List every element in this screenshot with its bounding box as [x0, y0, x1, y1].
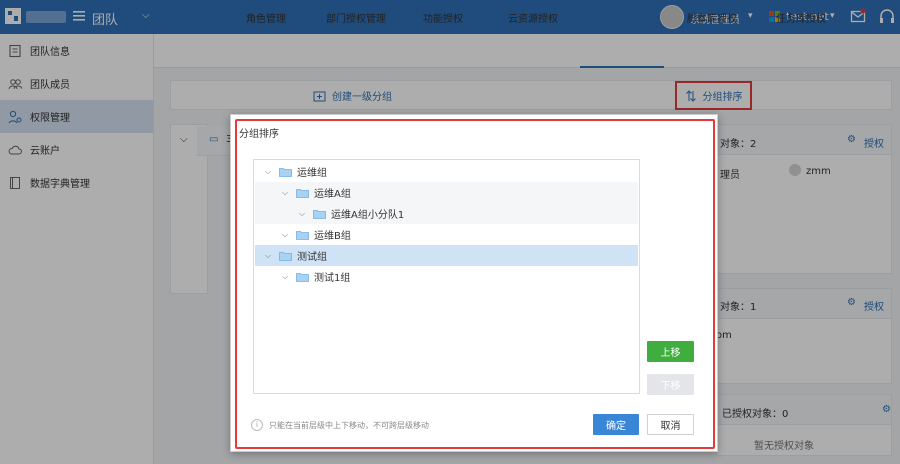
tree-node-test[interactable]: ⌵ 测试组: [255, 245, 638, 266]
tree-node-ops-a-team1[interactable]: ⌵ 运维A组小分队1: [255, 203, 638, 224]
folder-icon: [296, 230, 309, 240]
tree-node-label: 运维A组: [314, 189, 351, 200]
move-down-button[interactable]: 下移: [647, 374, 694, 395]
chevron-down-icon[interactable]: ⌵: [263, 251, 273, 261]
folder-icon: [313, 209, 326, 219]
chevron-down-icon[interactable]: ⌵: [280, 188, 290, 198]
tree-node-ops-a[interactable]: ⌵ 运维A组: [255, 182, 638, 203]
cancel-button[interactable]: 取消: [647, 414, 694, 435]
info-icon: i: [251, 419, 263, 431]
tree-node-label: 测试1组: [314, 273, 351, 284]
folder-icon: [296, 272, 309, 282]
folder-icon: [279, 251, 292, 261]
dialog-title: 分组排序: [239, 129, 279, 140]
tree-node-label: 运维B组: [314, 231, 351, 242]
tree-node-label: 运维A组小分队1: [331, 210, 405, 221]
folder-icon: [279, 167, 292, 177]
tree-node-test-1[interactable]: ⌵ 测试1组: [255, 266, 638, 287]
sort-hint-text: 只能在当前层级中上下移动，不可跨层级移动: [269, 421, 429, 430]
chevron-down-icon[interactable]: ⌵: [263, 167, 273, 177]
confirm-button[interactable]: 确定: [593, 414, 639, 435]
tree-node-label: 测试组: [297, 252, 327, 263]
folder-icon: [296, 188, 309, 198]
sort-group-dialog: 分组排序 ⌵ 运维组 ⌵ 运维A组 ⌵ 运维A组小分队1 ⌵ 运维B组 ⌵ 测试…: [230, 114, 718, 452]
chevron-down-icon[interactable]: ⌵: [280, 230, 290, 240]
chevron-down-icon[interactable]: ⌵: [297, 209, 307, 219]
tree-node-ops[interactable]: ⌵ 运维组: [255, 161, 638, 182]
tree-node-label: 运维组: [297, 168, 327, 179]
group-tree: ⌵ 运维组 ⌵ 运维A组 ⌵ 运维A组小分队1 ⌵ 运维B组 ⌵ 测试组 ⌵ 测…: [253, 159, 640, 394]
chevron-down-icon[interactable]: ⌵: [280, 272, 290, 282]
tree-node-ops-b[interactable]: ⌵ 运维B组: [255, 224, 638, 245]
move-up-button[interactable]: 上移: [647, 341, 694, 362]
